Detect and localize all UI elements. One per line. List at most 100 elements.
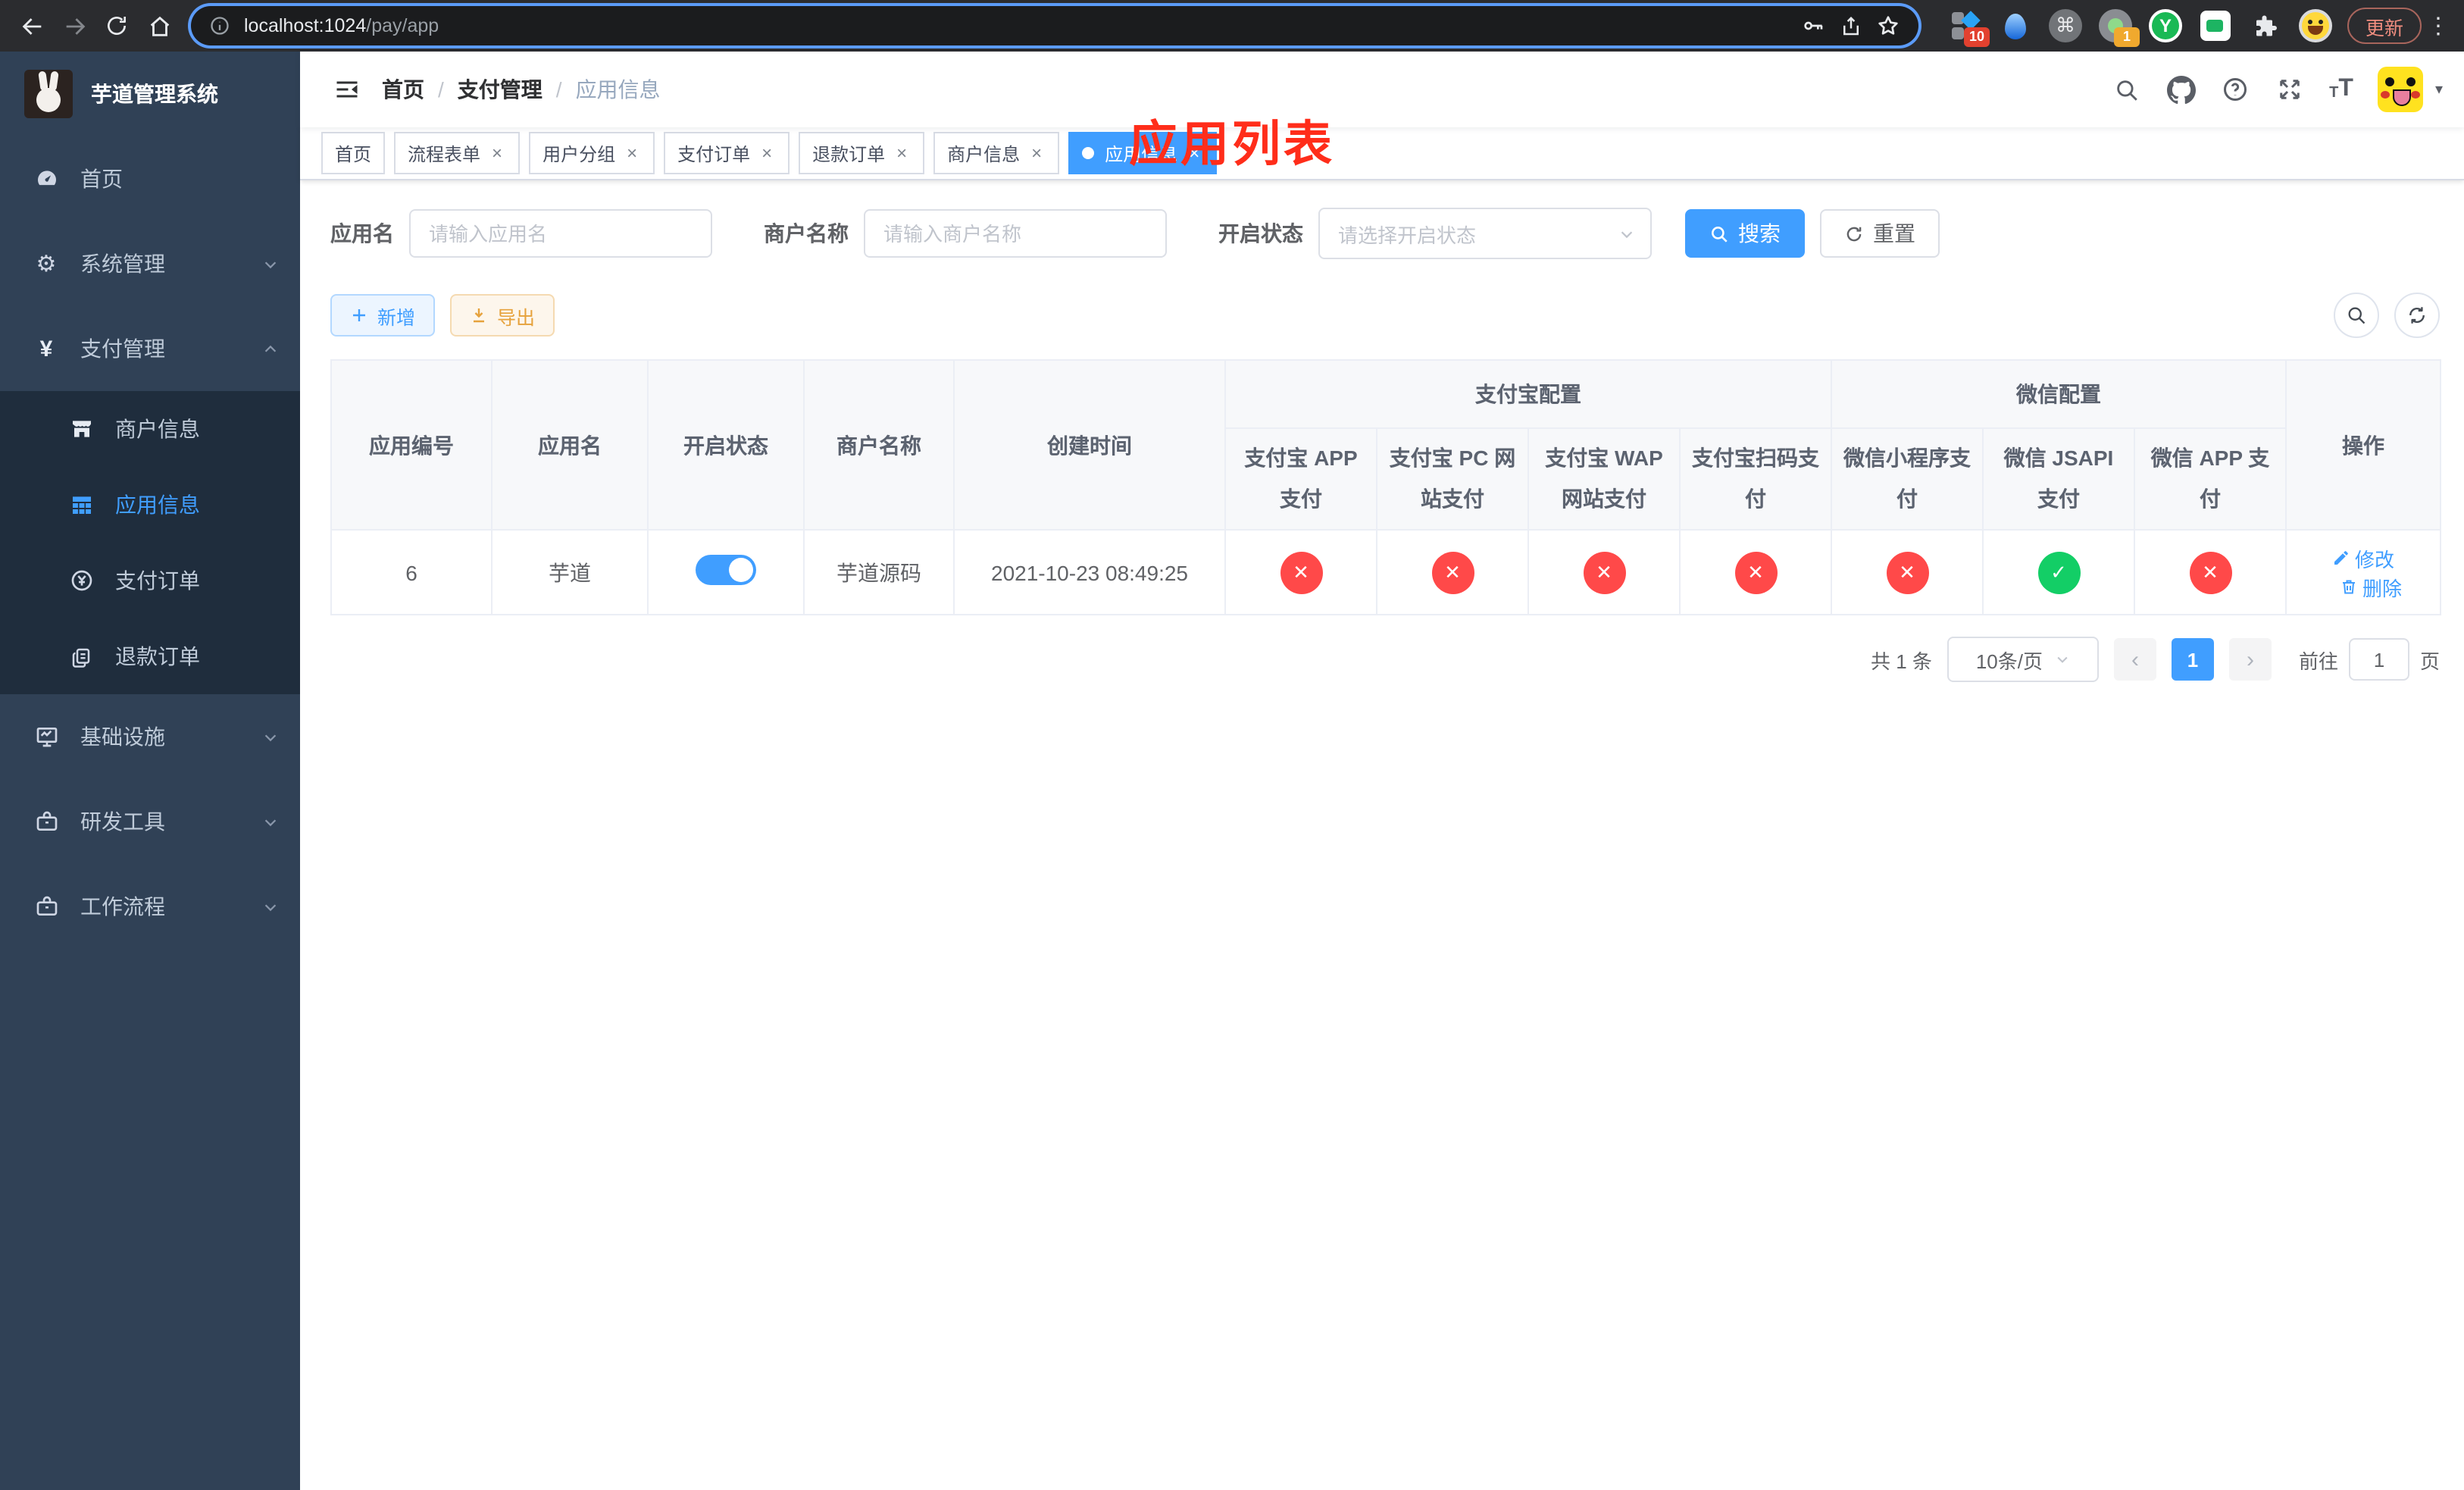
col-enabled: 开启状态 [647, 359, 805, 531]
sidebar-item-home[interactable]: 首页 [0, 136, 300, 221]
prev-page-button[interactable]: ‹ [2113, 638, 2156, 681]
cell-app-name: 芋道 [491, 529, 649, 615]
sidebar-item-infra[interactable]: 基础设施 [0, 694, 300, 779]
password-key-icon[interactable] [1802, 14, 1826, 38]
sidebar-item-dev-tools[interactable]: 研发工具 [0, 779, 300, 864]
toggle-search-button[interactable] [2334, 293, 2379, 338]
site-info-icon[interactable] [209, 15, 230, 36]
tab-merchant-info[interactable]: 商户信息 × [933, 132, 1060, 174]
address-bar[interactable]: localhost:1024 /pay/app [191, 6, 1918, 45]
browser-reload-button[interactable] [97, 6, 136, 45]
font-size-icon[interactable]: TT [2329, 77, 2353, 102]
export-button[interactable]: 导出 [450, 294, 555, 337]
status-label: 开启状态 [1218, 221, 1303, 246]
tab-process-form[interactable]: 流程表单 × [394, 132, 521, 174]
config-status-alipay-pc: ✕ [1376, 529, 1529, 615]
close-icon[interactable]: × [893, 142, 911, 164]
extension-meet-icon[interactable] [2199, 9, 2232, 42]
sidebar-item-system[interactable]: ⚙ 系统管理 [0, 221, 300, 306]
goto-page-input[interactable] [2348, 638, 2409, 681]
toolbox-icon [33, 894, 59, 919]
app-logo-rabbit [24, 70, 73, 118]
extensions-puzzle-icon[interactable] [2249, 9, 2282, 42]
app-title: 芋道管理系统 [91, 82, 218, 106]
tab-refund-order[interactable]: 退款订单 × [799, 132, 925, 174]
enabled-toggle[interactable] [696, 555, 756, 585]
breadcrumb-pay[interactable]: 支付管理 [458, 74, 543, 105]
extension-sketch-icon[interactable]: 10 [1949, 9, 1990, 47]
col-group-wechat: 微信配置 [1830, 359, 2287, 429]
breadcrumb: 首页 / 支付管理 / 应用信息 [382, 74, 661, 105]
app-name-input[interactable] [409, 209, 712, 258]
app-logo-row[interactable]: 芋道管理系统 [0, 52, 300, 136]
fullscreen-icon[interactable] [2275, 74, 2305, 105]
close-icon[interactable]: × [623, 142, 641, 164]
coin-yen-icon [68, 568, 94, 593]
browser-forward-button[interactable] [55, 6, 94, 45]
user-avatar[interactable] [2377, 67, 2423, 112]
close-icon[interactable]: × [758, 142, 776, 164]
avatar-caret-down-icon[interactable]: ▾ [2435, 81, 2443, 98]
refresh-table-button[interactable] [2394, 293, 2440, 338]
breadcrumb-home[interactable]: 首页 [382, 74, 424, 105]
bookmark-star-icon[interactable] [1876, 14, 1900, 38]
sidebar-item-merchant-info[interactable]: 商户信息 [0, 391, 300, 467]
table-toolbar: 新增 导出 [330, 293, 2440, 338]
tab-home[interactable]: 首页 [321, 132, 386, 174]
sidebar-item-pay[interactable]: ¥ 支付管理 [0, 306, 300, 391]
table-row: 6 芋道 芋道源码 2021-10-23 08:49:25 ✕ ✕ ✕ ✕ ✕ [330, 529, 2442, 615]
browser-profile-avatar[interactable] [2298, 9, 2332, 42]
url-path: /pay/app [366, 15, 439, 36]
tab-pay-order[interactable]: 支付订单 × [664, 132, 790, 174]
download-icon [474, 308, 485, 323]
page-unit-label: 页 [2419, 650, 2440, 672]
extension-balloon-icon[interactable] [1999, 9, 2032, 42]
col-actions: 操作 [2285, 359, 2442, 531]
add-button[interactable]: 新增 [330, 294, 436, 337]
sidebar-menu: 首页 ⚙ 系统管理 ¥ 支付管理 商户信息 应用信息 支付订单 退款订单 基础设… [0, 136, 300, 1490]
chevron-down-icon [262, 898, 279, 915]
chevron-down-icon [262, 813, 279, 830]
github-icon[interactable] [2165, 74, 2196, 105]
extension-command-icon[interactable]: ⌘ [2048, 9, 2082, 42]
config-status-alipay-app: ✕ [1224, 529, 1377, 615]
page-number-1[interactable]: 1 [2171, 638, 2214, 681]
close-icon[interactable]: × [488, 142, 506, 164]
share-icon[interactable] [1840, 14, 1862, 37]
search-button[interactable]: 搜索 [1685, 209, 1805, 258]
browser-menu-icon[interactable]: ⋮ [2425, 12, 2452, 39]
config-status-wechat-lite: ✕ [1831, 529, 1984, 615]
sidebar-item-app-info[interactable]: 应用信息 [0, 467, 300, 543]
tab-user-group[interactable]: 用户分组 × [529, 132, 655, 174]
sidebar-submenu-pay: 商户信息 应用信息 支付订单 退款订单 [0, 391, 300, 694]
extension-badge: 1 [2113, 27, 2140, 47]
app-name-label: 应用名 [330, 221, 394, 246]
page-size-select[interactable]: 10条/页 [1946, 637, 2099, 682]
header-search-icon[interactable] [2111, 74, 2141, 105]
col-alipay-wap: 支付宝 WAP 网站支付 [1527, 427, 1681, 531]
sidebar-item-workflow[interactable]: 工作流程 [0, 864, 300, 949]
refresh-icon [2409, 307, 2425, 324]
sidebar-item-pay-order[interactable]: 支付订单 [0, 543, 300, 618]
chevron-down-icon [1621, 230, 1633, 238]
goto-label: 前往 [2298, 650, 2338, 672]
extension-y-icon[interactable]: Y [2148, 9, 2182, 42]
reset-button[interactable]: 重置 [1820, 209, 1940, 258]
delete-link[interactable]: 删除 [2340, 572, 2402, 601]
browser-update-button[interactable]: 更新 [2347, 8, 2422, 44]
config-status-alipay-wap: ✕ [1527, 529, 1681, 615]
help-icon[interactable] [2220, 74, 2250, 105]
sidebar-collapse-icon[interactable] [321, 64, 373, 115]
close-icon[interactable]: × [1027, 142, 1046, 164]
next-page-button[interactable]: › [2228, 638, 2272, 681]
browser-extensions: 10 ⌘ 1 Y [1949, 9, 2332, 47]
plus-icon [353, 309, 365, 321]
browser-home-button[interactable] [139, 6, 179, 45]
edit-link[interactable]: 修改 [2332, 543, 2394, 572]
extension-recorder-icon[interactable]: 1 [2098, 9, 2140, 47]
page-content: 应用名 商户名称 开启状态 请选择开启状态 搜索 [300, 180, 2464, 1490]
sidebar-item-refund-order[interactable]: 退款订单 [0, 618, 300, 694]
browser-back-button[interactable] [12, 6, 52, 45]
status-select[interactable]: 请选择开启状态 [1318, 208, 1652, 259]
merchant-name-input[interactable] [864, 209, 1167, 258]
